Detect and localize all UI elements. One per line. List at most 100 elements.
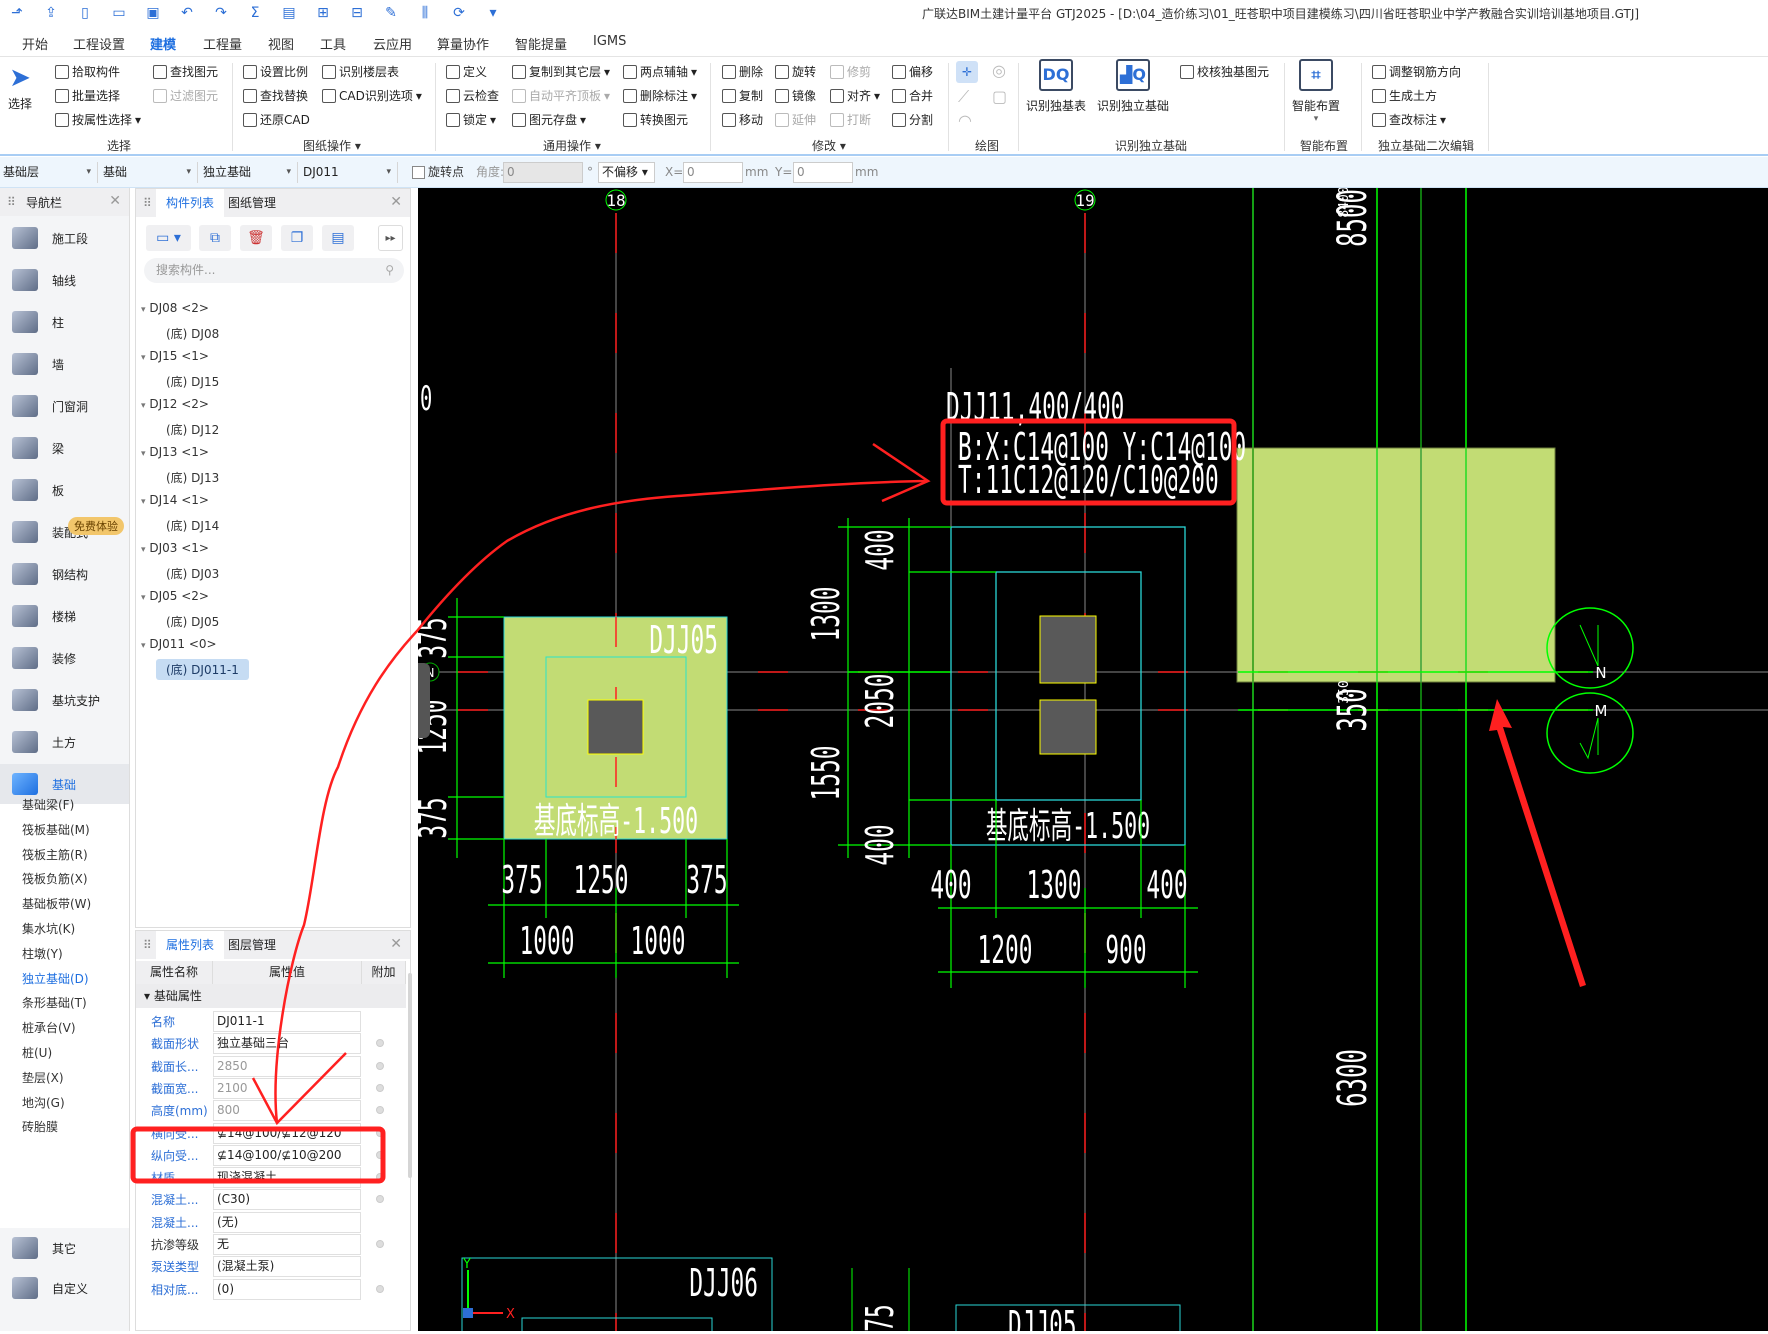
pick-component-button[interactable]: 拾取构件: [55, 63, 120, 80]
recognize-floor-table-button[interactable]: 识别楼层表: [322, 63, 399, 80]
recognize-isolated-footing-button[interactable]: ▟Q 识别独立基础: [1097, 59, 1169, 114]
component-select[interactable]: DJ011: [300, 162, 398, 183]
break-button[interactable]: 打断: [830, 111, 871, 128]
property-group-header[interactable]: ▾ 基础属性: [136, 984, 406, 1008]
tree-item[interactable]: (底) DJ13: [166, 469, 219, 486]
edit-annotation-button[interactable]: 查改标注 ▾: [1372, 111, 1446, 128]
delete-component-button[interactable]: 🗑: [240, 225, 272, 251]
rotate-point-checkbox[interactable]: [412, 166, 425, 179]
move-button[interactable]: 移动: [722, 111, 763, 128]
collapse-handle[interactable]: [408, 663, 430, 738]
close-icon[interactable]: ✕: [390, 194, 402, 210]
floor-select[interactable]: 基础层: [0, 162, 98, 183]
define-button[interactable]: 定义: [446, 63, 487, 80]
property-value[interactable]: 无: [213, 1234, 361, 1255]
extra-radio[interactable]: [376, 1061, 384, 1070]
extra-radio[interactable]: [376, 1284, 384, 1293]
app-logo-icon[interactable]: ⬏: [8, 4, 26, 22]
tree-group[interactable]: ▾ DJ13 <1>: [141, 445, 209, 459]
select-by-property-button[interactable]: 按属性选择 ▾: [55, 111, 141, 128]
nav-subitem[interactable]: 筏板主筋(R): [22, 846, 88, 863]
extra-radio[interactable]: [376, 1039, 384, 1048]
circle-draw-icon[interactable]: ◎: [992, 61, 1006, 80]
nav-subitem[interactable]: 桩承台(V): [22, 1019, 76, 1036]
nav-item[interactable]: 墙: [0, 344, 129, 384]
tab-start[interactable]: 开始: [22, 34, 48, 57]
save-template-button[interactable]: ▤: [322, 225, 354, 251]
property-value[interactable]: (无): [213, 1211, 361, 1233]
undo-icon[interactable]: ↶: [178, 4, 196, 22]
offset-select[interactable]: 不偏移 ▾: [598, 162, 655, 183]
nav-subitem[interactable]: 桩(U): [22, 1044, 52, 1061]
tree-item[interactable]: (底) DJ14: [166, 517, 219, 534]
table-icon[interactable]: ⊞: [314, 4, 332, 22]
property-value[interactable]: (混凝土泵): [213, 1256, 361, 1278]
property-value[interactable]: ⊈14@100/⊈10@200: [213, 1144, 361, 1166]
offset-button[interactable]: 偏移: [892, 63, 933, 80]
tree-item[interactable]: (底) DJ03: [166, 565, 219, 582]
extra-radio[interactable]: [376, 1150, 384, 1159]
new-component-button[interactable]: ▭ ▾: [146, 225, 191, 251]
drag-grip-icon[interactable]: ⠿: [143, 938, 152, 952]
tab-property-list[interactable]: 属性列表: [156, 931, 225, 959]
nav-subitem[interactable]: 条形基础(T): [22, 994, 87, 1011]
filter-element-button[interactable]: 过滤图元: [153, 87, 218, 104]
tree-item[interactable]: (底) DJ08: [166, 325, 219, 342]
redo-icon[interactable]: ↷: [212, 4, 230, 22]
extra-radio[interactable]: [376, 1195, 384, 1204]
check-footing-button[interactable]: 校核独基图元: [1180, 63, 1269, 80]
cloud-icon[interactable]: ⟳: [450, 4, 468, 22]
cad-canvas[interactable]: 18 19 N N M 0 DJJ05 基底标高-1.500 375 1250 …: [408, 186, 1768, 1334]
delete-dimension-button[interactable]: 删除标注 ▾: [623, 87, 697, 104]
extra-radio[interactable]: [376, 1128, 384, 1137]
nav-item[interactable]: 轴线: [0, 260, 129, 300]
tree-item[interactable]: (底) DJ15: [166, 373, 219, 390]
tab-drawing-management[interactable]: 图纸管理: [218, 189, 286, 217]
nav-item[interactable]: 自定义: [0, 1268, 129, 1308]
set-scale-button[interactable]: 设置比例: [243, 63, 308, 80]
nav-item[interactable]: 钢结构: [0, 554, 129, 594]
search-input[interactable]: 搜索构件... ⚲: [144, 258, 404, 283]
column-dj11-bottom[interactable]: [1039, 699, 1097, 755]
copy-to-other-floor-button[interactable]: 复制到其它层 ▾: [512, 63, 610, 80]
cad-recognize-options-button[interactable]: CAD识别选项 ▾: [322, 87, 422, 104]
tab-quantity[interactable]: 工程量: [203, 34, 242, 57]
nav-item[interactable]: 门窗洞: [0, 386, 129, 426]
save-element-button[interactable]: 图元存盘 ▾: [512, 111, 586, 128]
split-button[interactable]: 分割: [892, 111, 933, 128]
drawing-area[interactable]: 18 19 N N M 0 DJJ05 基底标高-1.500 375 1250 …: [408, 186, 1768, 1334]
nav-item[interactable]: 基坑支护: [0, 680, 129, 720]
find-element-button[interactable]: 查找图元: [153, 63, 218, 80]
two-point-axis-button[interactable]: 两点辅轴 ▾: [623, 63, 697, 80]
lock-button[interactable]: 锁定 ▾: [446, 111, 496, 128]
footing-dj11[interactable]: [950, 526, 1186, 846]
x-input[interactable]: 0: [683, 162, 743, 183]
nav-subitem[interactable]: 独立基础(D): [22, 970, 89, 987]
nav-subitem[interactable]: 垫层(X): [22, 1069, 64, 1086]
property-value[interactable]: (C30): [213, 1189, 361, 1211]
column-dj05[interactable]: [587, 699, 644, 755]
adjust-rebar-direction-button[interactable]: 调整钢筋方向: [1372, 63, 1461, 80]
tree-item[interactable]: (底) DJ011-1: [156, 659, 249, 680]
copy-button[interactable]: 复制: [722, 87, 763, 104]
more-button[interactable]: ▸▸: [378, 225, 403, 251]
tab-view[interactable]: 视图: [268, 34, 294, 57]
nav-subitem[interactable]: 柱墩(Y): [22, 945, 63, 962]
report-icon[interactable]: ▤: [280, 4, 298, 22]
select-icon[interactable]: ⇪: [42, 4, 60, 22]
restore-cad-button[interactable]: 还原CAD: [243, 111, 310, 128]
nav-item[interactable]: 梁: [0, 428, 129, 468]
open-icon[interactable]: ▭: [110, 4, 128, 22]
generate-earthwork-button[interactable]: 生成土方: [1372, 87, 1437, 104]
arc-draw-icon[interactable]: ◠: [958, 111, 972, 130]
nav-subitem[interactable]: 地沟(G): [22, 1094, 65, 1111]
nav-item[interactable]: 板: [0, 470, 129, 510]
extra-radio[interactable]: [376, 1106, 384, 1115]
group-label-drawing[interactable]: 图纸操作 ▾: [303, 137, 361, 154]
find-replace-button[interactable]: 查找替换: [243, 87, 308, 104]
rect-draw-icon[interactable]: ▢: [992, 87, 1007, 106]
property-value[interactable]: 2850: [213, 1055, 361, 1077]
edit-icon[interactable]: ✎: [382, 4, 400, 22]
group-label-modify[interactable]: 修改 ▾: [812, 137, 846, 154]
tab-smart-extract[interactable]: 智能提量: [515, 34, 567, 57]
